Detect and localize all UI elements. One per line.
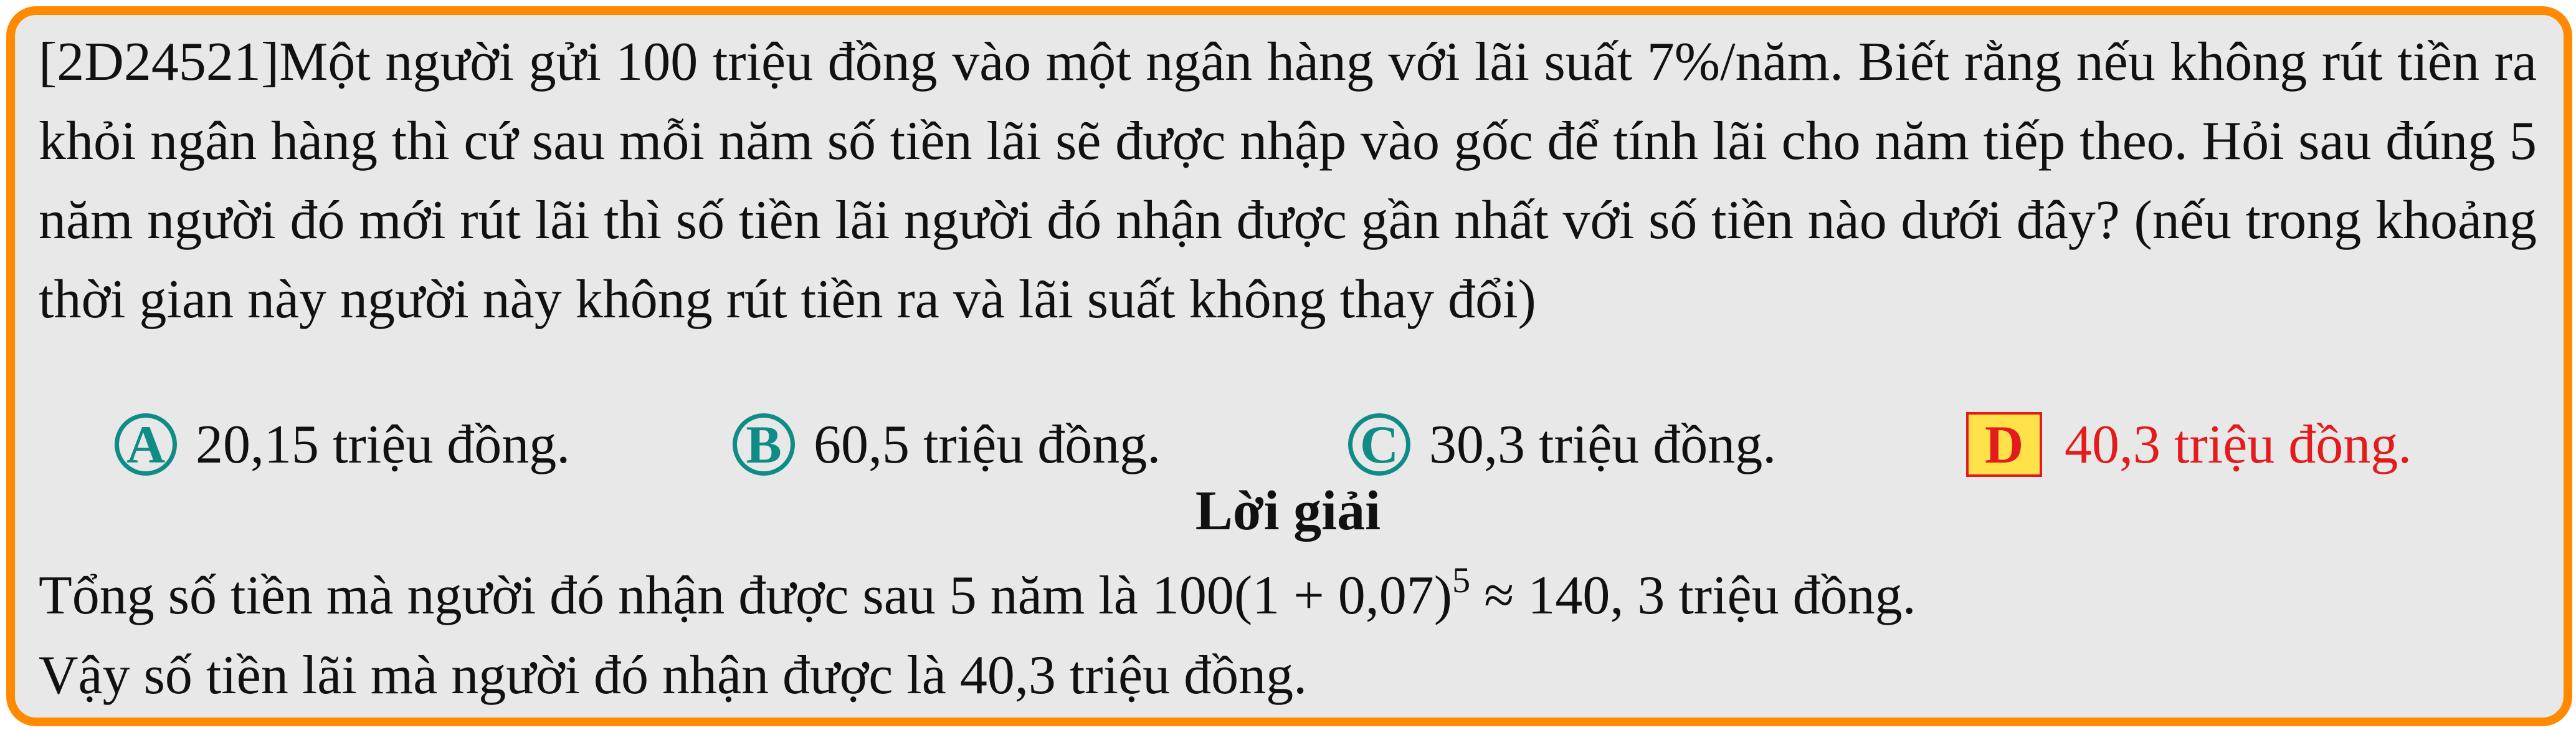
choice-c-badge: C bbox=[1348, 413, 1410, 476]
choice-a-badge: A bbox=[115, 413, 177, 476]
choice-d-badge-correct: D bbox=[1966, 412, 2042, 477]
solution-exponent: 5 bbox=[1452, 560, 1471, 600]
choice-b-text: 60,5 triệu đồng. bbox=[814, 414, 1161, 475]
choice-c[interactable]: C 30,3 triệu đồng. bbox=[1348, 404, 1776, 485]
choice-d-text: 40,3 triệu đồng. bbox=[2065, 414, 2412, 475]
solution-line-1-result: ≈ 140, 3 triệu đồng. bbox=[1470, 565, 1916, 626]
solution-line-2: Vậy số tiền lãi mà người đó nhận được là… bbox=[39, 645, 1308, 706]
choice-b[interactable]: B 60,5 triệu đồng. bbox=[733, 404, 1161, 485]
solution-title: Lời giải bbox=[1195, 480, 1381, 542]
solution-line-1: Tổng số tiền mà người đó nhận được sau 5… bbox=[39, 556, 1916, 636]
choice-a-text: 20,15 triệu đồng. bbox=[196, 414, 571, 475]
choice-c-text: 30,3 triệu đồng. bbox=[1429, 414, 1777, 475]
choice-b-badge: B bbox=[733, 413, 795, 476]
answer-choices: A 20,15 triệu đồng. B 60,5 triệu đồng. C… bbox=[0, 404, 2576, 485]
choice-d[interactable]: D 40,3 triệu đồng. bbox=[1966, 404, 2412, 485]
solution-body: Tổng số tiền mà người đó nhận được sau 5… bbox=[39, 556, 1916, 716]
solution-line-1-main: Tổng số tiền mà người đó nhận được sau 5… bbox=[39, 565, 1453, 626]
question-text: [2D24521]Một người gửi 100 triệu đồng và… bbox=[39, 32, 2537, 330]
choice-a[interactable]: A 20,15 triệu đồng. bbox=[115, 404, 570, 485]
